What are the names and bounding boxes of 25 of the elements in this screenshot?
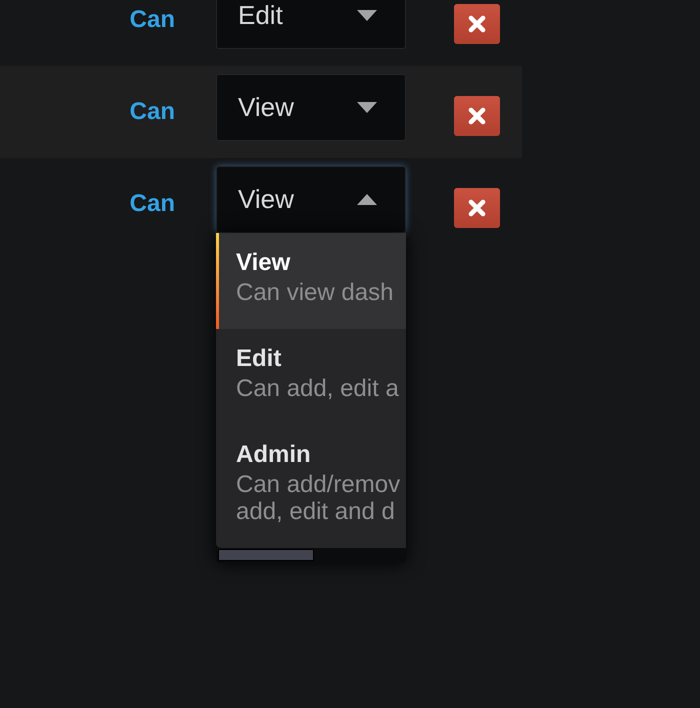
menu-option[interactable]: View Can view dash xyxy=(216,233,406,329)
permission-select[interactable]: Edit xyxy=(216,0,406,49)
permission-label: Can xyxy=(130,190,175,218)
permission-label: Can xyxy=(130,6,175,34)
caret-icon xyxy=(357,194,377,205)
permission-select[interactable]: View xyxy=(216,74,406,141)
caret-icon xyxy=(357,10,377,21)
permission-label: Can xyxy=(130,98,175,126)
caret-icon xyxy=(357,102,377,113)
option-description: Can add, edit a xyxy=(236,375,400,402)
delete-button[interactable] xyxy=(454,4,500,44)
delete-button[interactable] xyxy=(454,188,500,228)
option-title: Edit xyxy=(236,344,282,374)
close-icon xyxy=(468,107,486,125)
permission-select[interactable]: View xyxy=(216,166,406,233)
close-icon xyxy=(468,15,486,33)
menu-option[interactable]: Admin Can add/remov add, edit and d xyxy=(216,425,406,548)
scrollbar-thumb[interactable] xyxy=(218,549,314,561)
option-title: View xyxy=(236,248,292,278)
option-title: Admin xyxy=(236,440,312,470)
menu-option[interactable]: Edit Can add, edit a xyxy=(216,329,406,425)
option-description: Can view dash xyxy=(236,279,394,306)
delete-button[interactable] xyxy=(454,96,500,136)
option-description: Can add/remov add, edit and d xyxy=(236,471,402,525)
close-icon xyxy=(468,199,486,217)
